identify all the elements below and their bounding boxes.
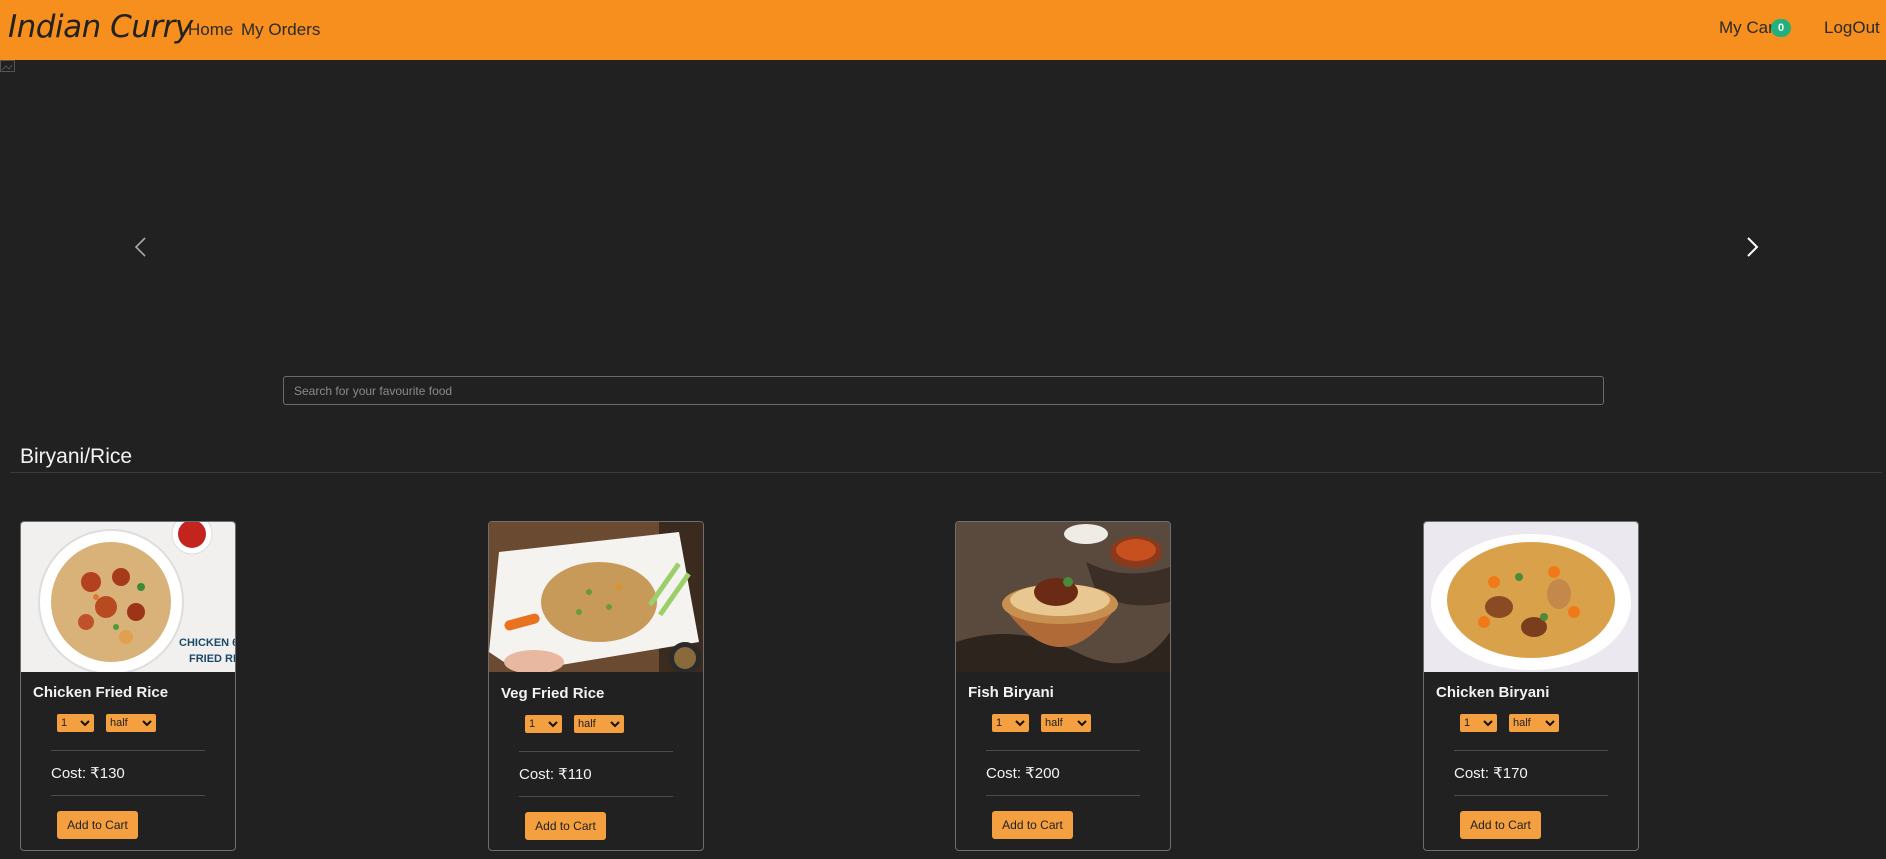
food-cost: Cost: ₹130	[51, 765, 125, 782]
food-card-fish-biryani: Fish Biryani 1 half Cost: ₹200 Add to Ca…	[955, 521, 1171, 851]
quantity-select[interactable]: 1	[525, 715, 562, 733]
carousel-next-icon[interactable]	[1737, 232, 1767, 262]
chevron-down-icon	[610, 721, 620, 728]
food-image	[489, 522, 703, 672]
broken-image-icon	[0, 60, 15, 72]
nav-home-link[interactable]: Home	[188, 20, 233, 40]
food-name: Chicken Biryani	[1436, 684, 1550, 701]
nav-my-orders-link[interactable]: My Orders	[241, 20, 320, 40]
food-name: Chicken Fried Rice	[33, 684, 169, 701]
logout-link[interactable]: LogOut	[1824, 18, 1880, 38]
card-divider	[51, 750, 205, 751]
svg-text:FRIED RICE: FRIED RICE	[189, 653, 235, 665]
card-divider	[51, 795, 205, 796]
chevron-down-icon	[1077, 720, 1087, 727]
card-divider	[986, 750, 1140, 751]
section-divider	[10, 472, 1882, 473]
quantity-select[interactable]: 1	[1460, 714, 1497, 732]
add-to-cart-button[interactable]: Add to Cart	[57, 811, 138, 839]
add-to-cart-button[interactable]: Add to Cart	[525, 812, 606, 840]
food-card-chicken-biryani: Chicken Biryani 1 half Cost: ₹170 Add to…	[1423, 521, 1639, 851]
chevron-down-icon	[548, 721, 558, 728]
cart-count-badge: 0	[1771, 19, 1791, 37]
navbar: Indian Curry Home My Orders My Cart 0 Lo…	[0, 0, 1886, 60]
chevron-down-icon	[1545, 720, 1555, 727]
food-name: Veg Fried Rice	[501, 685, 605, 702]
food-cost: Cost: ₹170	[1454, 765, 1528, 782]
card-divider	[986, 795, 1140, 796]
card-divider	[519, 796, 673, 797]
food-card-veg-fried-rice: Veg Fried Rice 1 half Cost: ₹110 Add to …	[488, 521, 704, 851]
quantity-select[interactable]: 1	[992, 714, 1029, 732]
card-divider	[519, 751, 673, 752]
carousel	[0, 60, 1886, 360]
size-select[interactable]: half	[106, 714, 156, 732]
food-image	[1424, 522, 1638, 672]
food-name: Fish Biryani	[968, 684, 1054, 701]
size-select[interactable]: half	[1041, 714, 1091, 732]
food-cost: Cost: ₹110	[519, 766, 592, 783]
add-to-cart-button[interactable]: Add to Cart	[992, 811, 1073, 839]
food-image: CHICKEN 65 FRIED RICE	[21, 522, 235, 672]
card-divider	[1454, 750, 1608, 751]
card-divider	[1454, 795, 1608, 796]
food-cost: Cost: ₹200	[986, 765, 1060, 782]
size-select[interactable]: half	[574, 715, 624, 733]
chevron-down-icon	[142, 720, 152, 727]
chevron-down-icon	[80, 720, 90, 727]
food-card-chicken-fried-rice: CHICKEN 65 FRIED RICE Chicken Fried Rice…	[20, 521, 236, 851]
chevron-down-icon	[1483, 720, 1493, 727]
size-select[interactable]: half	[1509, 714, 1559, 732]
chevron-down-icon	[1015, 720, 1025, 727]
image-watermark: CHICKEN 65	[179, 637, 235, 649]
add-to-cart-button[interactable]: Add to Cart	[1460, 811, 1541, 839]
brand-logo[interactable]: Indian Curry	[8, 9, 193, 45]
section-title: Biryani/Rice	[20, 445, 133, 468]
quantity-select[interactable]: 1	[57, 714, 94, 732]
nav-my-cart-link[interactable]: My Cart	[1719, 18, 1779, 38]
food-image	[956, 522, 1170, 672]
carousel-prev-icon[interactable]	[126, 232, 156, 262]
search-input[interactable]	[283, 376, 1604, 405]
